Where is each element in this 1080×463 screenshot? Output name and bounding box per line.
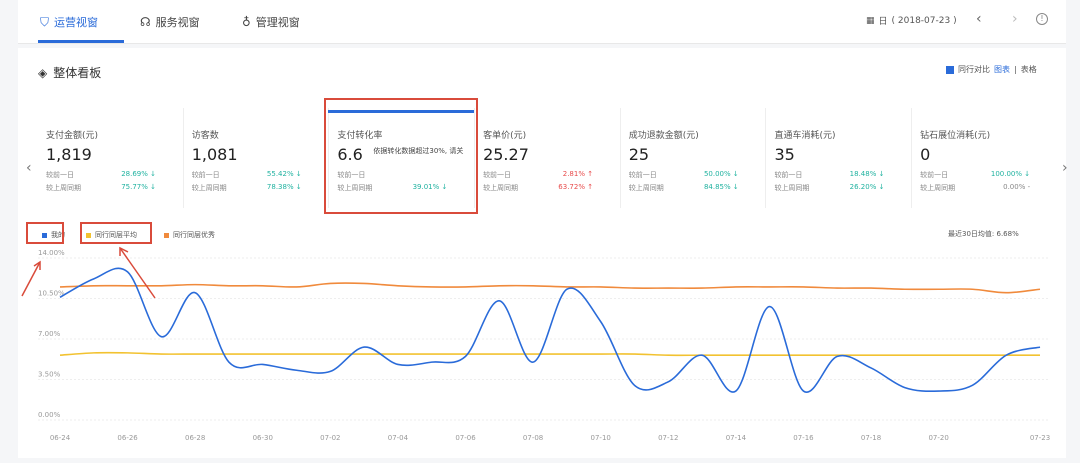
x-tick-label: 07-06 (455, 434, 476, 442)
x-tick-label: 07-23 (1030, 434, 1050, 442)
series-line-peer-excellent (59, 282, 1041, 294)
y-tick-label: 0.00% (38, 411, 61, 419)
y-tick-label: 3.50% (38, 371, 61, 379)
line-chart: 14.00%10.50%7.00%3.50%0.00%06-24 06-26 06-… (21, 246, 1050, 442)
x-tick-label: 06-28 (185, 434, 205, 442)
series-line-peer-average (59, 351, 1040, 357)
x-tick-label: 07-10 (591, 434, 611, 442)
x-tick-label: 07-08 (523, 434, 543, 442)
y-tick-label: 7.00% (38, 330, 61, 338)
x-tick-label: 07-16 (793, 434, 814, 442)
x-tick-label: 07-20 (928, 434, 948, 442)
x-tick-label: 06-30 (253, 434, 273, 442)
x-tick-label: 06-26 (117, 434, 138, 442)
x-tick-label: 07-02 (320, 434, 340, 442)
x-tick-label: 07-12 (658, 434, 678, 442)
page: ⛉ 运营视窗 ☊ 服务视窗 ♁ 管理视窗 ▦ 日 ( 2018-07-23 ) … (0, 0, 1080, 463)
x-tick-label: 06-24 (50, 434, 71, 442)
y-tick-label: 14.00% (38, 249, 65, 257)
x-tick-label: 07-14 (726, 434, 747, 442)
x-tick-label: 07-04 (388, 434, 409, 442)
x-tick-label: 07-18 (861, 434, 881, 442)
